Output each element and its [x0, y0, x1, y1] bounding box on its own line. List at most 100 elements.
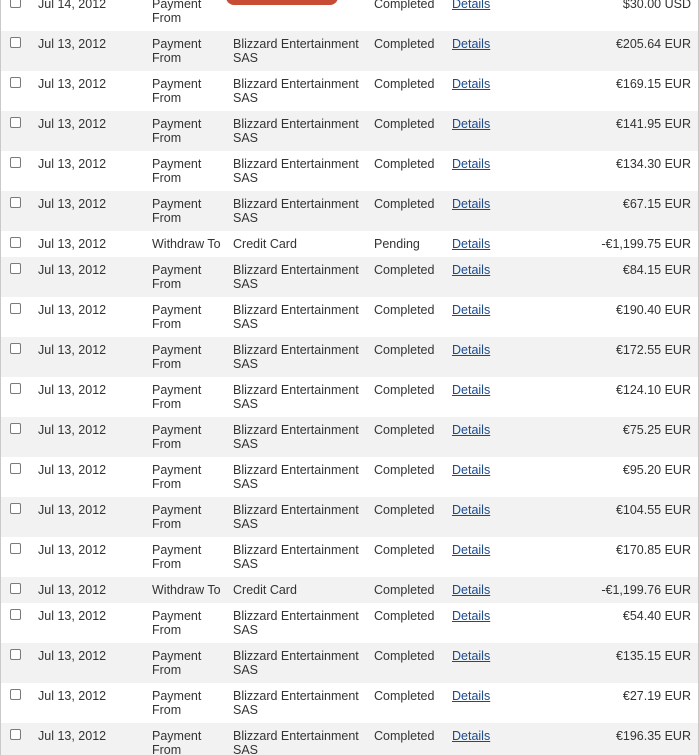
details-link[interactable]: Details: [452, 77, 490, 91]
transaction-status: Completed: [374, 37, 435, 51]
row-select-checkbox[interactable]: [10, 117, 21, 128]
counterparty-name: Blizzard Entertainment SAS: [233, 343, 359, 371]
transaction-row: Jul 13, 2012 Payment From Blizzard Enterta…: [1, 643, 698, 683]
transaction-status: Completed: [374, 503, 435, 517]
details-link[interactable]: Details: [452, 263, 490, 277]
transaction-date: Jul 13, 2012: [38, 649, 107, 663]
transaction-type: Payment From: [152, 303, 202, 331]
transaction-amount: €169.15 EUR: [615, 77, 691, 91]
details-link[interactable]: Details: [452, 503, 490, 517]
transaction-date: Jul 13, 2012: [38, 117, 107, 131]
counterparty-name: Blizzard Entertainment SAS: [233, 463, 359, 491]
counterparty-name: Credit Card: [233, 237, 297, 251]
transaction-row: Jul 13, 2012 Payment From Blizzard Enterta…: [1, 417, 698, 457]
row-select-checkbox[interactable]: [10, 237, 21, 248]
transaction-type: Payment From: [152, 157, 202, 185]
counterparty-name: Credit Card: [233, 583, 297, 597]
transaction-date: Jul 13, 2012: [38, 383, 107, 397]
transaction-status: Completed: [374, 383, 435, 397]
details-link[interactable]: Details: [452, 383, 490, 397]
transaction-status: Completed: [374, 649, 435, 663]
details-link[interactable]: Details: [452, 729, 490, 743]
row-select-checkbox[interactable]: [10, 583, 21, 594]
counterparty-name: Blizzard Entertainment SAS: [233, 157, 359, 185]
details-link[interactable]: Details: [452, 237, 490, 251]
details-link[interactable]: Details: [452, 689, 490, 703]
row-select-checkbox[interactable]: [10, 543, 21, 554]
transaction-type: Payment From: [152, 729, 202, 755]
transaction-row: Jul 13, 2012 Withdraw To Credit Card Pendin…: [1, 231, 698, 257]
transaction-status: Completed: [374, 729, 435, 743]
transaction-status: Completed: [374, 423, 435, 437]
counterparty-name: Blizzard Entertainment SAS: [233, 117, 359, 145]
transaction-row: Jul 14, 2012 Payment From Completed Details…: [1, 0, 698, 31]
transaction-row: Jul 13, 2012 Payment From Blizzard Enterta…: [1, 683, 698, 723]
row-select-checkbox[interactable]: [10, 609, 21, 620]
details-link[interactable]: Details: [452, 197, 490, 211]
transaction-row: Jul 13, 2012 Payment From Blizzard Enterta…: [1, 377, 698, 417]
row-select-checkbox[interactable]: [10, 383, 21, 394]
transaction-history-panel: Jul 14, 2012 Payment From Completed Details…: [0, 0, 699, 755]
transaction-type: Payment From: [152, 423, 202, 451]
details-link[interactable]: Details: [452, 583, 490, 597]
transaction-amount: €75.25 EUR: [622, 423, 691, 437]
transaction-date: Jul 13, 2012: [38, 77, 107, 91]
details-link[interactable]: Details: [452, 423, 490, 437]
transaction-amount: $30.00 USD: [622, 0, 691, 11]
transaction-amount: €134.30 EUR: [615, 157, 691, 171]
transaction-amount: €141.95 EUR: [615, 117, 691, 131]
details-link[interactable]: Details: [452, 303, 490, 317]
transaction-date: Jul 13, 2012: [38, 303, 107, 317]
transaction-type: Payment From: [152, 383, 202, 411]
transaction-type: Withdraw To: [152, 583, 221, 597]
transaction-row: Jul 13, 2012 Payment From Blizzard Enterta…: [1, 537, 698, 577]
row-select-checkbox[interactable]: [10, 689, 21, 700]
transaction-status: Completed: [374, 689, 435, 703]
details-link[interactable]: Details: [452, 463, 490, 477]
transaction-date: Jul 13, 2012: [38, 157, 107, 171]
transaction-date: Jul 13, 2012: [38, 583, 107, 597]
row-select-checkbox[interactable]: [10, 157, 21, 168]
transaction-date: Jul 13, 2012: [38, 37, 107, 51]
counterparty-name: Blizzard Entertainment SAS: [233, 503, 359, 531]
transaction-status: Completed: [374, 583, 435, 597]
transaction-status: Completed: [374, 303, 435, 317]
counterparty-name: Blizzard Entertainment SAS: [233, 263, 359, 291]
details-link[interactable]: Details: [452, 0, 490, 11]
transaction-row: Jul 13, 2012 Payment From Blizzard Enterta…: [1, 31, 698, 71]
row-select-checkbox[interactable]: [10, 649, 21, 660]
transaction-row: Jul 13, 2012 Payment From Blizzard Enterta…: [1, 257, 698, 297]
transaction-status: Completed: [374, 157, 435, 171]
transaction-row: Jul 13, 2012 Withdraw To Credit Card Comple…: [1, 577, 698, 603]
transaction-status: Completed: [374, 463, 435, 477]
row-select-checkbox[interactable]: [10, 343, 21, 354]
transaction-row: Jul 13, 2012 Payment From Blizzard Enterta…: [1, 603, 698, 643]
transaction-amount: €196.35 EUR: [615, 729, 691, 743]
row-select-checkbox[interactable]: [10, 463, 21, 474]
row-select-checkbox[interactable]: [10, 423, 21, 434]
details-link[interactable]: Details: [452, 543, 490, 557]
transaction-row: Jul 13, 2012 Payment From Blizzard Enterta…: [1, 497, 698, 537]
row-select-checkbox[interactable]: [10, 77, 21, 88]
row-select-checkbox[interactable]: [10, 263, 21, 274]
details-link[interactable]: Details: [452, 117, 490, 131]
row-select-checkbox[interactable]: [10, 729, 21, 740]
details-link[interactable]: Details: [452, 37, 490, 51]
counterparty-name: Blizzard Entertainment SAS: [233, 609, 359, 637]
transaction-status: Pending: [374, 237, 420, 251]
transaction-amount: €190.40 EUR: [615, 303, 691, 317]
transaction-date: Jul 13, 2012: [38, 729, 107, 743]
details-link[interactable]: Details: [452, 343, 490, 357]
row-select-checkbox[interactable]: [10, 503, 21, 514]
transaction-type: Payment From: [152, 463, 202, 491]
row-select-checkbox[interactable]: [10, 0, 21, 8]
row-select-checkbox[interactable]: [10, 303, 21, 314]
transaction-row: Jul 13, 2012 Payment From Blizzard Enterta…: [1, 191, 698, 231]
transaction-date: Jul 13, 2012: [38, 343, 107, 357]
details-link[interactable]: Details: [452, 649, 490, 663]
details-link[interactable]: Details: [452, 157, 490, 171]
row-select-checkbox[interactable]: [10, 37, 21, 48]
transaction-row: Jul 13, 2012 Payment From Blizzard Enterta…: [1, 457, 698, 497]
details-link[interactable]: Details: [452, 609, 490, 623]
row-select-checkbox[interactable]: [10, 197, 21, 208]
